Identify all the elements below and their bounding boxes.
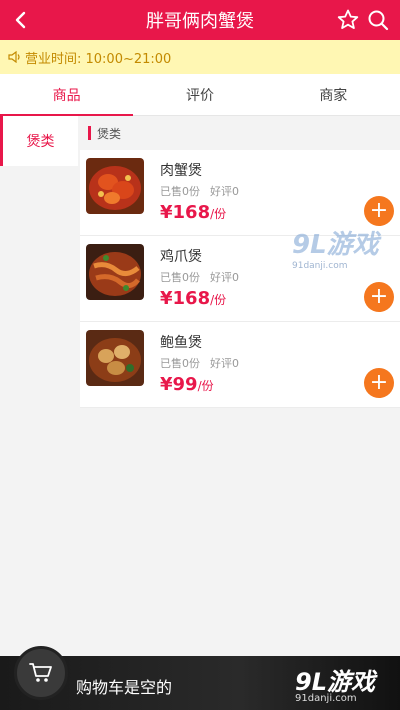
chevron-left-icon[interactable] <box>8 7 34 33</box>
product-stats: 已售0份 好评0 <box>160 355 249 371</box>
tab-products[interactable]: 商品 <box>0 74 134 116</box>
price-value: ¥168 <box>160 202 211 223</box>
product-stats: 已售0份 好评0 <box>160 269 249 285</box>
category-header: 煲类 <box>80 116 400 150</box>
price-value: ¥99 <box>160 374 198 395</box>
sold-count: 已售0份 <box>160 357 200 370</box>
product-image-chicken-feet <box>86 244 144 300</box>
rating-count: 好评0 <box>210 357 239 370</box>
watermark-brand-bottom: 9L游戏 <box>295 668 375 696</box>
price-value: ¥168 <box>160 288 211 309</box>
cart-icon[interactable] <box>14 646 68 700</box>
star-icon[interactable] <box>336 8 360 32</box>
category-title: 煲类 <box>97 126 122 141</box>
notice-text: 营业时间: 10:00~21:00 <box>25 51 172 67</box>
speaker-icon <box>8 51 21 63</box>
sidebar-item-bao[interactable]: 煲类 <box>0 116 78 166</box>
add-to-cart-button[interactable]: + <box>364 368 394 398</box>
page-title: 胖哥俩肉蟹煲 <box>146 11 254 32</box>
product-name: 肉蟹煲 <box>160 163 202 179</box>
cart-bar[interactable]: 购物车是空的 9L游戏 91danji.com <box>0 646 400 710</box>
product-price: ¥168/份 <box>160 202 226 223</box>
watermark-site: 91danji.com <box>292 261 348 271</box>
product-name: 鸡爪煲 <box>160 249 202 265</box>
price-unit: /份 <box>197 379 214 393</box>
rating-count: 好评0 <box>210 185 239 198</box>
product-name: 鲍鱼煲 <box>160 335 202 351</box>
watermark-brand: 9L游戏 <box>292 230 379 260</box>
app-header: 胖哥俩肉蟹煲 <box>0 0 400 40</box>
watermark-bottom: 9L游戏 91danji.com <box>295 662 375 704</box>
category-sidebar: 煲类 <box>0 116 78 656</box>
cart-status-text: 购物车是空的 <box>76 678 173 697</box>
business-hours-notice: 营业时间: 10:00~21:00 <box>0 40 400 74</box>
price-unit: /份 <box>210 293 227 307</box>
watermark: 9L游戏 91danji.com <box>292 224 392 271</box>
add-to-cart-button[interactable]: + <box>364 196 394 226</box>
sold-count: 已售0份 <box>160 185 200 198</box>
tab-bar: 商品 评价 商家 <box>0 74 400 116</box>
tab-reviews[interactable]: 评价 <box>133 74 266 115</box>
list-item[interactable]: 鲍鱼煲 已售0份 好评0 ¥99/份 + <box>80 322 400 408</box>
price-unit: /份 <box>210 207 227 221</box>
add-to-cart-button[interactable]: + <box>364 282 394 312</box>
sold-count: 已售0份 <box>160 271 200 284</box>
product-price: ¥168/份 <box>160 288 226 309</box>
product-image-abalone <box>86 330 144 386</box>
product-image-crab <box>86 158 144 214</box>
search-icon[interactable] <box>366 8 390 32</box>
product-stats: 已售0份 好评0 <box>160 183 249 199</box>
tab-merchant[interactable]: 商家 <box>267 74 400 115</box>
product-price: ¥99/份 <box>160 374 214 395</box>
category-marker <box>88 126 91 140</box>
rating-count: 好评0 <box>210 271 239 284</box>
